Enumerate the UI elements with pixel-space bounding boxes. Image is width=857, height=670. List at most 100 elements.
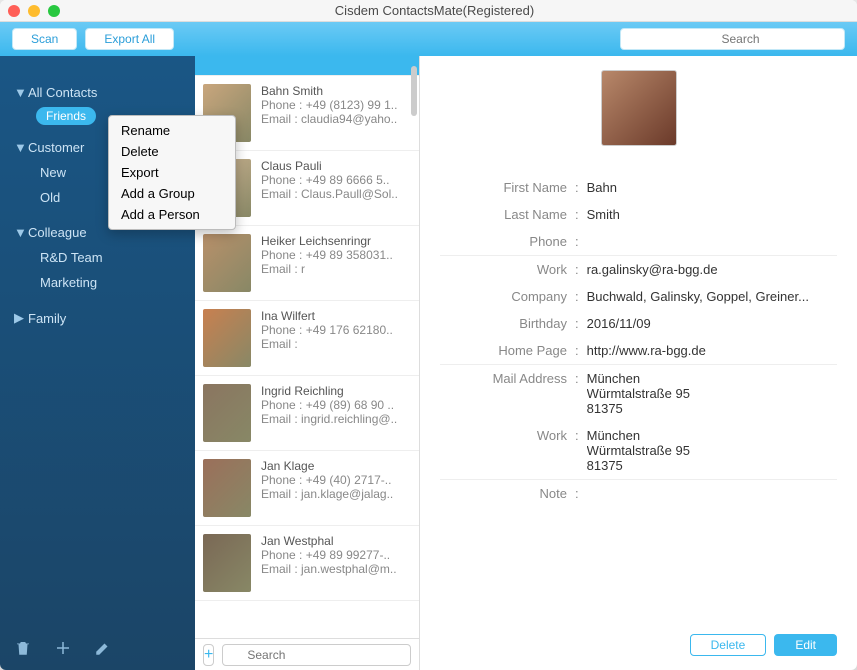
detail-field-row: Note: bbox=[440, 480, 837, 507]
avatar bbox=[203, 384, 251, 442]
sidebar-subitem[interactable]: R&D Team bbox=[0, 245, 195, 270]
detail-field-row: Company:Buchwald, Galinsky, Goppel, Grei… bbox=[440, 283, 837, 310]
field-value: München Würmtalstraße 95 81375 bbox=[587, 371, 690, 416]
contact-phone: Phone : +49 176 62180.. bbox=[261, 323, 393, 337]
contact-name: Jan Westphal bbox=[261, 534, 397, 548]
context-menu-item[interactable]: Rename bbox=[109, 120, 235, 141]
chevron-down-icon: ▼ bbox=[14, 85, 28, 100]
sidebar-group[interactable]: ▶Family bbox=[0, 305, 195, 331]
sidebar-item-all-contacts[interactable]: ▼ All Contacts bbox=[0, 80, 195, 105]
sidebar-bottom-toolbar bbox=[14, 639, 112, 660]
contact-phone: Phone : +49 89 358031.. bbox=[261, 248, 393, 262]
field-label: Birthday bbox=[440, 316, 575, 331]
context-menu-item[interactable]: Add a Person bbox=[109, 204, 235, 225]
list-item[interactable]: Heiker LeichsenringrPhone : +49 89 35803… bbox=[195, 226, 419, 301]
field-label: Phone bbox=[440, 234, 575, 249]
contact-name: Ingrid Reichling bbox=[261, 384, 397, 398]
contact-email: Email : ingrid.reichling@.. bbox=[261, 412, 397, 426]
delete-button[interactable]: Delete bbox=[690, 634, 767, 656]
chevron-down-icon: ▼ bbox=[14, 225, 28, 240]
contact-email: Email : Claus.Paull@Sol.. bbox=[261, 187, 398, 201]
field-label: Mail Address bbox=[440, 371, 575, 416]
list-row-selected-bar[interactable] bbox=[195, 56, 419, 76]
avatar bbox=[203, 234, 251, 292]
contact-phone: Phone : +49 89 6666 5.. bbox=[261, 173, 398, 187]
contact-name: Bahn Smith bbox=[261, 84, 397, 98]
contact-name: Claus Pauli bbox=[261, 159, 398, 173]
detail-field-row: Work:ra.galinsky@ra-bgg.de bbox=[440, 256, 837, 283]
list-item[interactable]: Ina WilfertPhone : +49 176 62180..Email … bbox=[195, 301, 419, 376]
field-label: Work bbox=[440, 428, 575, 473]
field-label: Note bbox=[440, 486, 575, 501]
list-item[interactable]: Jan WestphalPhone : +49 89 99277-..Email… bbox=[195, 526, 419, 601]
list-footer: + bbox=[195, 638, 419, 670]
sidebar-item-label: Family bbox=[28, 311, 66, 326]
avatar bbox=[203, 309, 251, 367]
contact-phone: Phone : +49 (89) 68 90 .. bbox=[261, 398, 397, 412]
pencil-icon[interactable] bbox=[94, 639, 112, 660]
close-icon[interactable] bbox=[8, 5, 20, 17]
sidebar-selected-group[interactable]: Friends bbox=[36, 107, 96, 125]
avatar bbox=[203, 459, 251, 517]
sidebar-subitem[interactable]: Marketing bbox=[0, 270, 195, 295]
scan-button[interactable]: Scan bbox=[12, 28, 77, 50]
trash-icon[interactable] bbox=[14, 639, 32, 660]
detail-field-row: Mail Address:München Würmtalstraße 95 81… bbox=[440, 365, 837, 422]
field-label: Last Name bbox=[440, 207, 575, 222]
edit-button[interactable]: Edit bbox=[774, 634, 837, 656]
list-item[interactable]: Jan KlagePhone : +49 (40) 2717-..Email :… bbox=[195, 451, 419, 526]
contact-phone: Phone : +49 (8123) 99 1.. bbox=[261, 98, 397, 112]
field-value: http://www.ra-bgg.de bbox=[587, 343, 706, 358]
contact-email: Email : claudia94@yaho.. bbox=[261, 112, 397, 126]
list-search-input[interactable] bbox=[222, 644, 411, 666]
avatar bbox=[601, 70, 677, 146]
context-menu-item[interactable]: Export bbox=[109, 162, 235, 183]
context-menu-item[interactable]: Add a Group bbox=[109, 183, 235, 204]
field-value: 2016/11/09 bbox=[587, 316, 651, 331]
chevron-right-icon: ▶ bbox=[14, 310, 28, 326]
contact-name: Heiker Leichsenringr bbox=[261, 234, 393, 248]
detail-field-row: Birthday:2016/11/09 bbox=[440, 310, 837, 337]
chevron-down-icon: ▼ bbox=[14, 140, 28, 155]
detail-field-row: Home Page:http://www.ra-bgg.de bbox=[440, 337, 837, 365]
detail-field-row: Phone: bbox=[440, 228, 837, 256]
add-contact-button[interactable]: + bbox=[203, 644, 214, 666]
field-label: First Name bbox=[440, 180, 575, 195]
window-title: Cisdem ContactsMate(Registered) bbox=[20, 3, 849, 18]
scrollbar[interactable] bbox=[411, 66, 417, 116]
detail-field-row: Last Name:Smith bbox=[440, 201, 837, 228]
titlebar: Cisdem ContactsMate(Registered) bbox=[0, 0, 857, 22]
contact-email: Email : bbox=[261, 337, 393, 351]
field-label: Home Page bbox=[440, 343, 575, 358]
field-value: Buchwald, Galinsky, Goppel, Greiner... bbox=[587, 289, 809, 304]
contact-name: Ina Wilfert bbox=[261, 309, 393, 323]
contact-name: Jan Klage bbox=[261, 459, 393, 473]
detail-footer: Delete Edit bbox=[440, 624, 837, 656]
app-window: Cisdem ContactsMate(Registered) Scan Exp… bbox=[0, 0, 857, 670]
sidebar-item-label: All Contacts bbox=[28, 85, 97, 100]
sidebar-item-label: Customer bbox=[28, 140, 84, 155]
detail-field-row: First Name:Bahn bbox=[440, 174, 837, 201]
field-label: Work bbox=[440, 262, 575, 277]
detail-pane: First Name:BahnLast Name:SmithPhone:Work… bbox=[420, 56, 857, 670]
search-field-wrap bbox=[620, 28, 845, 50]
search-input[interactable] bbox=[620, 28, 845, 50]
sidebar-item-label: Colleague bbox=[28, 225, 87, 240]
contact-phone: Phone : +49 (40) 2717-.. bbox=[261, 473, 393, 487]
context-menu-item[interactable]: Delete bbox=[109, 141, 235, 162]
toolbar: Scan Export All bbox=[0, 22, 857, 56]
plus-icon[interactable] bbox=[54, 639, 72, 660]
export-all-button[interactable]: Export All bbox=[85, 28, 174, 50]
contact-email: Email : jan.klage@jalag.. bbox=[261, 487, 393, 501]
field-value: München Würmtalstraße 95 81375 bbox=[587, 428, 690, 473]
avatar bbox=[203, 534, 251, 592]
detail-field-row: Work:München Würmtalstraße 95 81375 bbox=[440, 422, 837, 480]
contact-phone: Phone : +49 89 99277-.. bbox=[261, 548, 397, 562]
contact-email: Email : r bbox=[261, 262, 393, 276]
context-menu: RenameDeleteExportAdd a GroupAdd a Perso… bbox=[108, 115, 236, 230]
list-item[interactable]: Ingrid ReichlingPhone : +49 (89) 68 90 .… bbox=[195, 376, 419, 451]
contact-email: Email : jan.westphal@m.. bbox=[261, 562, 397, 576]
field-value: Smith bbox=[587, 207, 620, 222]
field-value: Bahn bbox=[587, 180, 617, 195]
field-value: ra.galinsky@ra-bgg.de bbox=[587, 262, 718, 277]
